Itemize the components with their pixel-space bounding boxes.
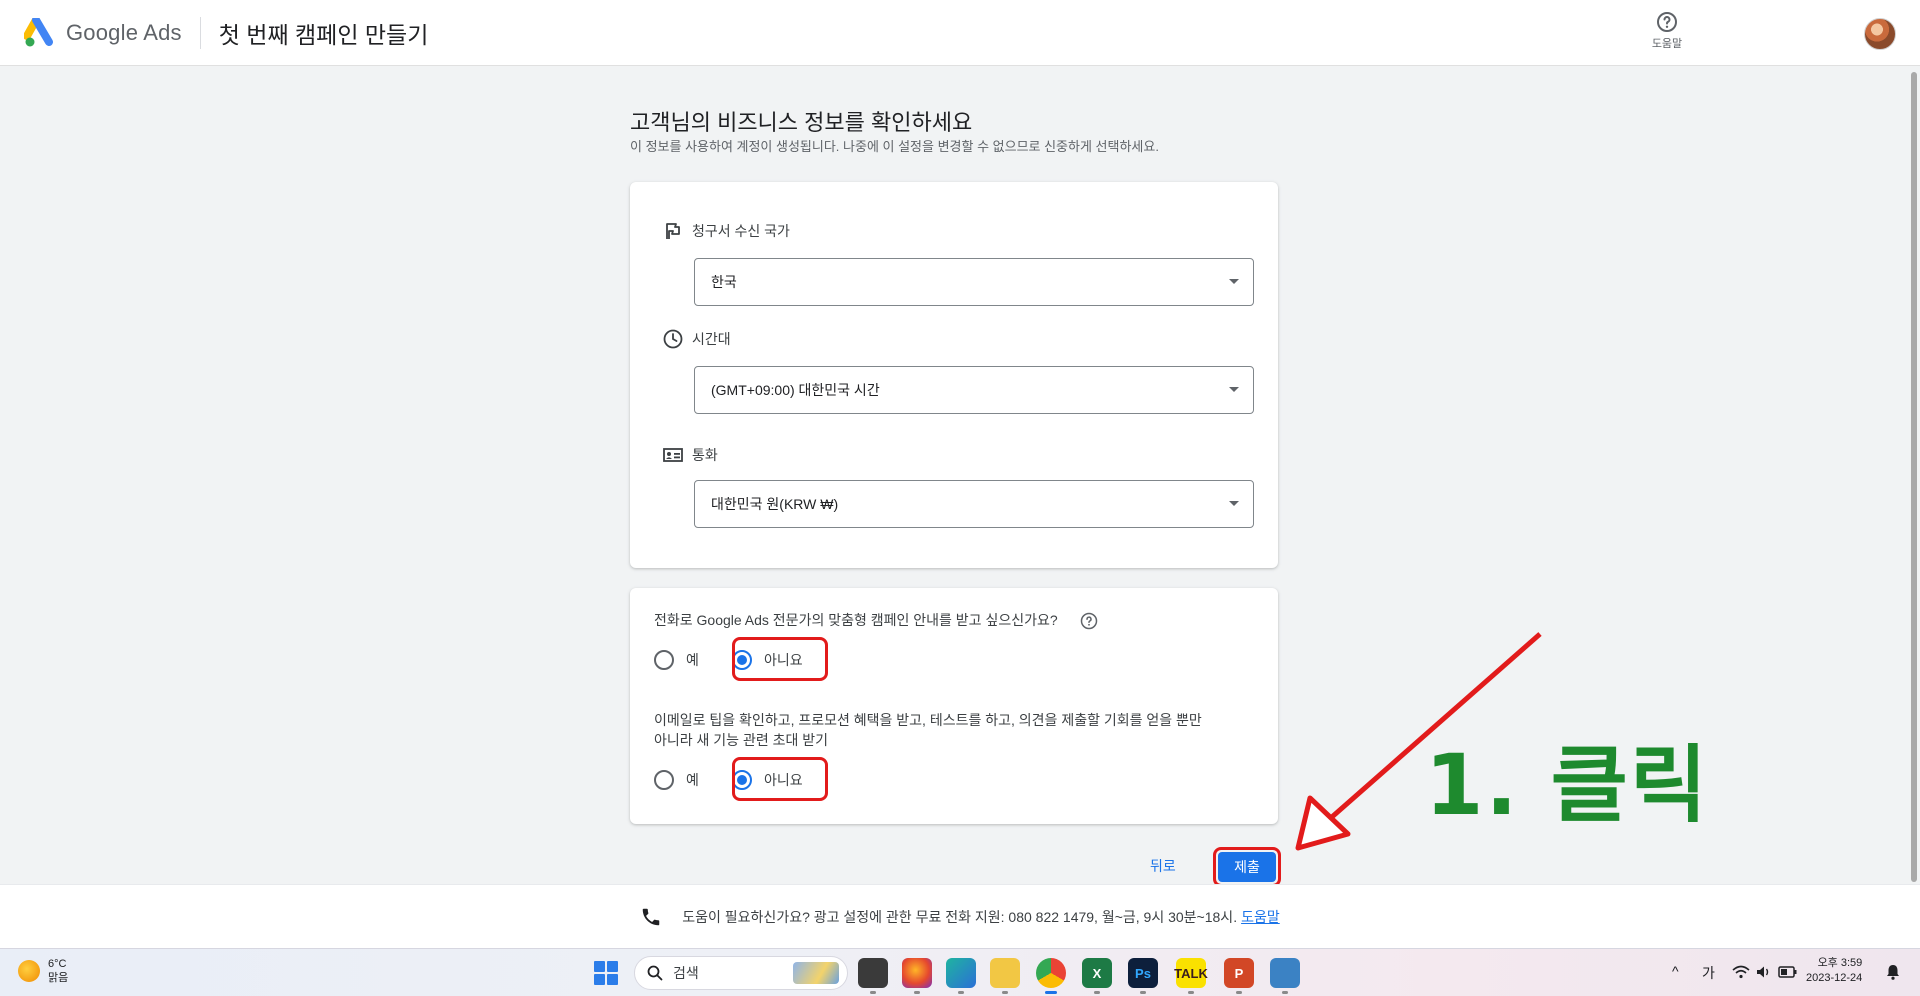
- phone-consult-options: 예 아니요: [654, 650, 803, 670]
- phone-consult-no-radio[interactable]: 아니요: [732, 650, 803, 670]
- wifi-icon[interactable]: [1732, 965, 1750, 979]
- email-opt-in-yes-radio[interactable]: 예: [654, 770, 732, 790]
- phone-icon: [643, 908, 660, 925]
- timezone-text: 시간대: [692, 331, 731, 347]
- currency-select[interactable]: 대한민국 원(KRW ₩): [694, 480, 1254, 528]
- support-bar: 도움이 필요하신가요? 광고 설정에 관한 무료 전화 지원: 080 822 …: [0, 884, 1920, 948]
- volume-icon[interactable]: [1756, 965, 1772, 979]
- help-icon: [1657, 12, 1677, 32]
- weather-temp: 6°C: [48, 958, 67, 970]
- search-placeholder: 검색: [673, 965, 699, 981]
- radio-unchecked-icon: [654, 650, 674, 670]
- notepad-icon[interactable]: [1270, 958, 1300, 994]
- billing-country-text: 청구서 수신 국가: [692, 223, 790, 239]
- billing-country-value: 한국: [711, 274, 737, 290]
- business-info-card: 청구서 수신 국가 한국 시간대 (GMT+09:00) 대한민국 시간 통화 …: [630, 182, 1278, 568]
- billing-country-label: 청구서 수신 국가: [662, 220, 790, 242]
- help-button[interactable]: 도움말: [1642, 10, 1692, 51]
- currency-value: 대한민국 원(KRW ₩): [711, 496, 839, 512]
- ime-indicator[interactable]: 가: [1702, 963, 1715, 983]
- scrollbar[interactable]: [1908, 66, 1920, 884]
- sun-icon: [18, 960, 40, 982]
- taskbar-search[interactable]: 검색: [634, 956, 848, 990]
- radio-label: 예: [686, 652, 699, 668]
- section-subtitle: 이 정보를 사용하여 계정이 생성됩니다. 나중에 이 설정을 변경할 수 없으…: [630, 139, 1159, 154]
- photoshop-icon[interactable]: Ps: [1128, 958, 1158, 994]
- radio-unchecked-icon: [654, 770, 674, 790]
- excel-icon[interactable]: X: [1082, 958, 1112, 994]
- timezone-label: 시간대: [662, 328, 731, 350]
- clock-date: 2023-12-24: [1806, 972, 1863, 984]
- weather-desc: 맑음: [48, 972, 69, 984]
- billing-country-select[interactable]: 한국: [694, 258, 1254, 306]
- notification-bell-icon[interactable]: [1884, 963, 1902, 981]
- scrollbar-thumb[interactable]: [1911, 72, 1917, 882]
- chevron-down-icon: [1229, 387, 1239, 392]
- search-highlight-image: [793, 962, 839, 984]
- email-opt-in-text-line1: 이메일로 팁을 확인하고, 프로모션 혜택을 받고, 테스트를 하고, 의견을 …: [654, 712, 1202, 728]
- google-ads-logo-icon: [24, 17, 53, 46]
- windows-taskbar: 6°C 맑음 검색 X Ps TALK P ^ 가 오후 3:59 2023-1…: [0, 948, 1920, 996]
- avatar[interactable]: [1864, 18, 1896, 50]
- email-opt-in-options: 예 아니요: [654, 770, 803, 790]
- timezone-select[interactable]: (GMT+09:00) 대한민국 시간: [694, 366, 1254, 414]
- weather-text: 6°C 맑음: [48, 957, 68, 985]
- battery-icon[interactable]: [1778, 965, 1798, 979]
- chevron-down-icon: [1229, 279, 1239, 284]
- brand[interactable]: Google Ads: [24, 17, 182, 48]
- kakaotalk-icon[interactable]: TALK: [1174, 958, 1208, 994]
- support-help-link[interactable]: 도움말: [1241, 907, 1280, 927]
- top-app-bar: Google Ads 첫 번째 캠페인 만들기 도움말: [0, 0, 1920, 66]
- help-circle-icon[interactable]: [1080, 612, 1098, 630]
- radio-label: 아니요: [764, 652, 803, 668]
- windows-start-icon[interactable]: [594, 961, 618, 985]
- chevron-down-icon: [1229, 501, 1239, 506]
- phone-consult-yes-radio[interactable]: 예: [654, 650, 732, 670]
- chrome-icon[interactable]: [1036, 958, 1066, 994]
- brand-name: Google Ads: [66, 19, 182, 45]
- system-clock[interactable]: 오후 3:59 2023-12-24: [1806, 956, 1862, 986]
- radio-label: 아니요: [764, 772, 803, 788]
- email-opt-in-question: 이메일로 팁을 확인하고, 프로모션 혜택을 받고, 테스트를 하고, 의견을 …: [654, 710, 1202, 750]
- powerpoint-icon[interactable]: P: [1224, 958, 1254, 994]
- clock-icon: [662, 328, 684, 350]
- search-icon: [647, 965, 663, 981]
- email-opt-in-no-radio[interactable]: 아니요: [732, 770, 803, 790]
- task-view-icon[interactable]: [858, 958, 888, 994]
- firefox-icon[interactable]: [902, 958, 932, 994]
- submit-button[interactable]: 제출: [1218, 852, 1276, 882]
- support-text: 도움이 필요하신가요? 광고 설정에 관한 무료 전화 지원: 080 822 …: [682, 908, 1238, 925]
- page-title: 첫 번째 캠페인 만들기: [218, 21, 429, 48]
- section-title: 고객님의 비즈니스 정보를 확인하세요: [630, 110, 973, 135]
- edge-icon[interactable]: [946, 958, 976, 994]
- radio-checked-icon: [732, 770, 752, 790]
- back-button[interactable]: 뒤로: [1150, 856, 1176, 876]
- file-explorer-icon[interactable]: [990, 958, 1020, 994]
- radio-label: 예: [686, 772, 699, 788]
- radio-checked-icon: [732, 650, 752, 670]
- annotation-label: 1. 클릭: [1425, 736, 1710, 834]
- phone-consult-text: 전화로 Google Ads 전문가의 맞춤형 캠페인 안내를 받고 싶으신가요…: [654, 612, 1058, 628]
- chevron-up-icon[interactable]: ^: [1672, 963, 1679, 979]
- currency-text: 통화: [692, 447, 718, 463]
- contact-preferences-card: 전화로 Google Ads 전문가의 맞춤형 캠페인 안내를 받고 싶으신가요…: [630, 588, 1278, 824]
- header-divider: [199, 16, 201, 49]
- currency-label: 통화: [662, 444, 718, 466]
- clock-time: 오후 3:59: [1817, 957, 1863, 969]
- phone-consult-question: 전화로 Google Ads 전문가의 맞춤형 캠페인 안내를 받고 싶으신가요…: [654, 610, 1098, 630]
- weather-widget[interactable]: 6°C 맑음: [18, 957, 68, 985]
- flag-icon: [662, 220, 684, 242]
- email-opt-in-text-line2: 아니라 새 기능 관련 초대 받기: [654, 732, 829, 748]
- help-label: 도움말: [1651, 38, 1683, 50]
- currency-icon: [662, 444, 684, 466]
- timezone-value: (GMT+09:00) 대한민국 시간: [711, 382, 880, 398]
